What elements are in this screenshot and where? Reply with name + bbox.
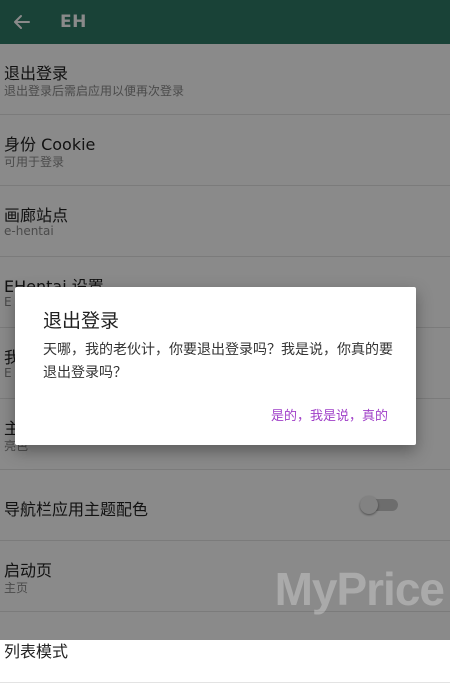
confirm-logout-button[interactable]: 是的，我是说，真的 <box>271 405 388 424</box>
logout-dialog: 退出登录 天哪，我的老伙计，你要退出登录吗？我是说，你真的要退出登录吗？ 是的，… <box>15 287 416 445</box>
setting-title: 列表模式 <box>4 642 69 661</box>
watermark: MyPrice <box>274 563 445 615</box>
dialog-message: 天哪，我的老伙计，你要退出登录吗？我是说，你真的要退出登录吗？ <box>43 342 393 381</box>
dialog-title: 退出登录 <box>43 310 120 332</box>
